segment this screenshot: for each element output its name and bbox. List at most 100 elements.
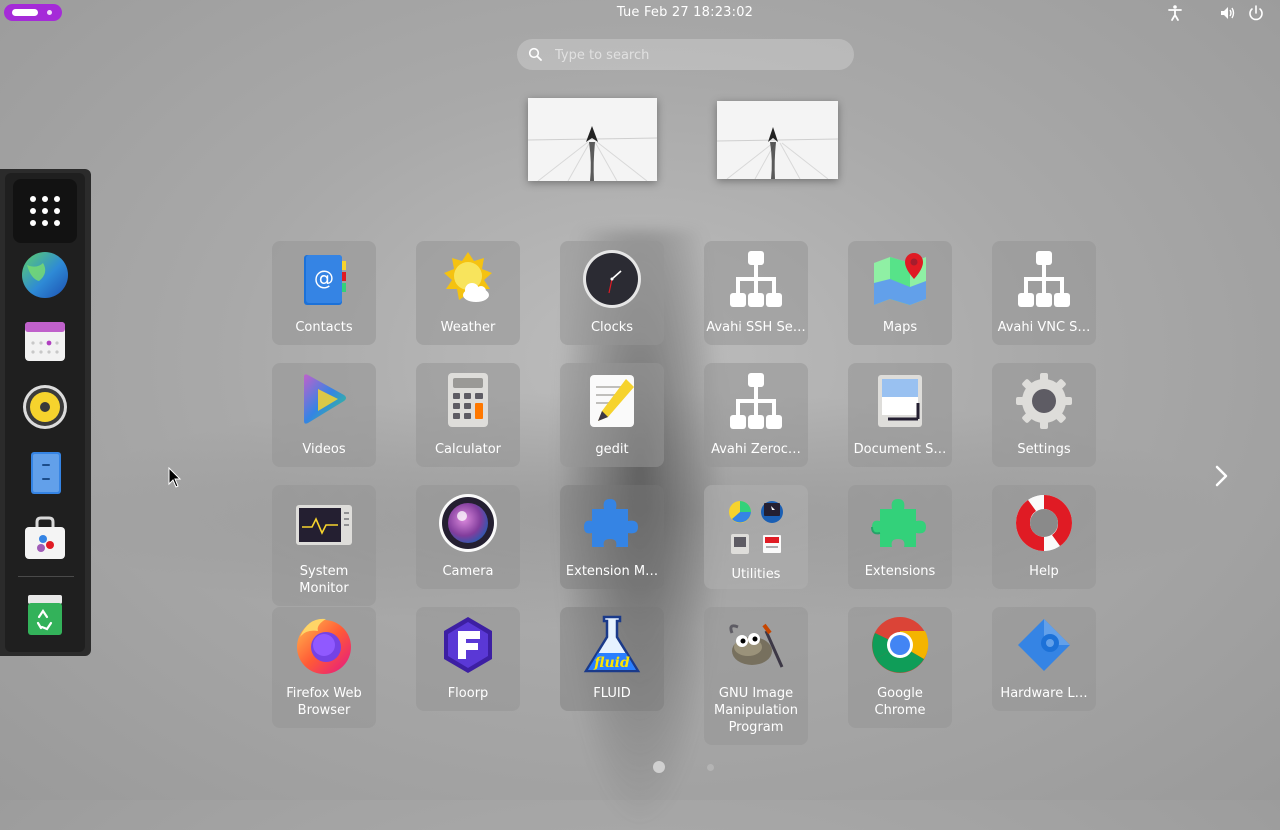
folder-utilities[interactable]: Utilities xyxy=(704,485,808,589)
app-extension-manager[interactable]: Extension M… xyxy=(560,485,664,589)
gear-icon xyxy=(1016,373,1072,429)
app-gedit[interactable]: gedit xyxy=(560,363,664,467)
mouse-cursor xyxy=(168,466,182,489)
power-icon[interactable] xyxy=(1247,4,1265,22)
date-time[interactable]: Tue Feb 27 18:23:02 xyxy=(617,5,753,20)
app-label: Avahi SSH Se… xyxy=(706,320,806,335)
app-label: Maps xyxy=(882,320,918,335)
weather-icon xyxy=(444,252,492,302)
app-weather[interactable]: Weather xyxy=(416,241,520,345)
app-camera[interactable]: Camera xyxy=(416,485,520,589)
app-label: Extension M… xyxy=(565,564,659,579)
app-floorp[interactable]: Floorp xyxy=(416,607,520,711)
app-grid-icon xyxy=(30,196,60,226)
videos-icon xyxy=(304,374,346,424)
app-clocks[interactable]: Clocks xyxy=(560,241,664,345)
software-bag-icon xyxy=(25,516,65,559)
dash-separator xyxy=(18,576,74,577)
app-avahi-zeroconf[interactable]: Avahi Zeroc… xyxy=(704,363,808,467)
globe-icon xyxy=(22,252,68,298)
app-help[interactable]: Help xyxy=(992,485,1096,589)
fluid-icon-text: fluid xyxy=(593,655,630,671)
show-apps-button[interactable] xyxy=(13,179,77,243)
app-hardware-locality[interactable]: Hardware L… xyxy=(992,607,1096,711)
app-google-chrome[interactable]: Google Chrome xyxy=(848,607,952,728)
page-indicator-2[interactable] xyxy=(707,764,714,771)
calculator-icon xyxy=(448,373,488,427)
app-contacts[interactable]: @ Contacts xyxy=(272,241,376,345)
fluid-flask-icon: fluid xyxy=(583,615,641,673)
app-label: Document S… xyxy=(853,442,947,457)
hardware-icon xyxy=(1018,619,1070,671)
dash-trash[interactable] xyxy=(13,583,77,647)
document-scanner-icon xyxy=(878,375,922,427)
dash-software[interactable] xyxy=(13,507,77,571)
app-label: GNU Image Manipulation Program xyxy=(713,686,798,735)
system-monitor-icon xyxy=(296,505,352,545)
app-calculator[interactable]: Calculator xyxy=(416,363,520,467)
files-icon xyxy=(31,452,61,494)
app-gimp[interactable]: GNU Image Manipulation Program xyxy=(704,607,808,745)
app-videos[interactable]: Videos xyxy=(272,363,376,467)
next-page-button[interactable] xyxy=(1209,462,1233,490)
app-label: Settings xyxy=(1017,442,1071,457)
dash-web-browser[interactable] xyxy=(13,243,77,307)
puzzle-blue-icon xyxy=(584,499,638,547)
network-icon xyxy=(730,373,782,429)
workspace-indicator-active xyxy=(12,9,38,16)
folder-icon xyxy=(729,501,783,554)
network-icon xyxy=(1018,251,1070,307)
calendar-icon xyxy=(25,322,65,361)
top-bar: Tue Feb 27 18:23:02 xyxy=(0,0,1280,26)
workspace-thumbnail-2[interactable] xyxy=(717,101,838,179)
network-icon xyxy=(730,251,782,307)
app-label: Avahi Zeroc… xyxy=(711,442,801,457)
clock-icon xyxy=(583,250,641,308)
app-label: Avahi VNC S… xyxy=(997,320,1091,335)
dash xyxy=(0,169,91,656)
volume-icon[interactable] xyxy=(1219,4,1237,22)
search-box[interactable] xyxy=(517,39,854,72)
activities-button[interactable] xyxy=(4,4,62,21)
camera-icon xyxy=(439,494,497,552)
app-label: Google Chrome xyxy=(874,686,926,718)
app-avahi-ssh[interactable]: Avahi SSH Se… xyxy=(704,241,808,345)
search-input[interactable] xyxy=(553,39,847,72)
search-icon xyxy=(528,47,542,61)
page-indicator-1[interactable] xyxy=(653,761,665,773)
dash-rhythmbox[interactable] xyxy=(13,375,77,439)
app-settings[interactable]: Settings xyxy=(992,363,1096,467)
dash-files[interactable] xyxy=(13,441,77,505)
chrome-icon xyxy=(872,617,929,673)
puzzle-green-icon xyxy=(871,499,926,547)
app-fluid[interactable]: fluid FLUID xyxy=(560,607,664,711)
svg-text:@: @ xyxy=(314,266,334,290)
app-label: Camera xyxy=(442,564,494,579)
app-extensions[interactable]: Extensions xyxy=(848,485,952,589)
chevron-right-icon xyxy=(1215,465,1228,487)
app-maps[interactable]: Maps xyxy=(848,241,952,345)
lifebuoy-icon xyxy=(1016,495,1072,551)
dash-calendar[interactable] xyxy=(13,309,77,373)
app-label: Extensions xyxy=(864,564,936,579)
app-label: Contacts xyxy=(295,320,353,335)
app-label: Utilities xyxy=(731,567,781,582)
firefox-icon xyxy=(297,618,351,674)
app-firefox[interactable]: Firefox Web Browser xyxy=(272,607,376,728)
trash-icon xyxy=(28,595,62,635)
app-label: gedit xyxy=(595,442,629,457)
workspace-thumbnail-1[interactable] xyxy=(528,98,657,181)
speaker-icon xyxy=(23,385,67,429)
app-avahi-vnc[interactable]: Avahi VNC S… xyxy=(992,241,1096,345)
app-label: Floorp xyxy=(447,686,489,701)
app-label: System Monitor xyxy=(299,564,349,596)
contacts-icon: @ xyxy=(304,255,346,305)
text-editor-icon xyxy=(590,375,634,427)
app-document-scanner[interactable]: Document S… xyxy=(848,363,952,467)
app-label: Videos xyxy=(302,442,346,457)
accessibility-icon[interactable] xyxy=(1166,4,1184,22)
app-system-monitor[interactable]: System Monitor xyxy=(272,485,376,606)
app-label: Clocks xyxy=(590,320,634,335)
app-label: Calculator xyxy=(434,442,501,457)
app-label: Weather xyxy=(440,320,496,335)
